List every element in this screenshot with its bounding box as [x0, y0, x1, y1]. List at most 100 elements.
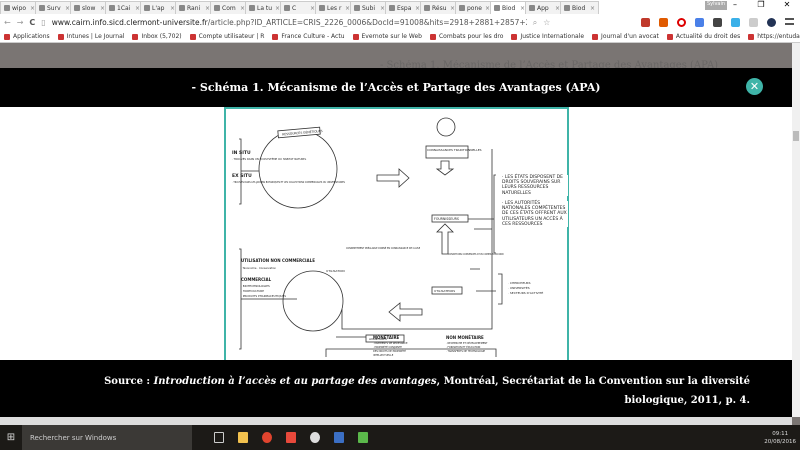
bookmark-item[interactable]: Evernote sur le Web	[352, 33, 422, 40]
ex-situ-desc: · TROUVÉS DANS LES JARDINS BOTANIQUES ET…	[232, 181, 345, 184]
task-view-icon[interactable]	[214, 432, 224, 443]
maximize-button[interactable]: ❐	[748, 0, 774, 9]
extensions	[641, 18, 794, 27]
favicon-icon	[494, 5, 500, 11]
browser-tab[interactable]: C ×	[280, 1, 319, 14]
favicon-icon	[319, 5, 325, 11]
favicon-icon	[214, 5, 220, 11]
vertical-scrollbar[interactable]	[792, 43, 800, 417]
bookmark-icon	[4, 33, 10, 40]
ghost-icon[interactable]	[731, 18, 740, 27]
c-item: · BIOTECHNOLOGIES	[241, 284, 270, 288]
favicon-icon	[354, 5, 360, 11]
browser-tab[interactable]: App ×	[525, 1, 564, 14]
horizontal-scrollbar[interactable]	[0, 417, 792, 425]
bookmark-item[interactable]: Inbox (5,702)	[132, 33, 182, 40]
favicon-icon	[529, 5, 535, 11]
rss-icon[interactable]	[659, 18, 668, 27]
browser-tab[interactable]: 1Cai ×	[105, 1, 144, 14]
opera-icon[interactable]	[677, 18, 686, 27]
scroll-thumb[interactable]	[793, 131, 799, 141]
bookmarks-bar: Applications Intunes | Le Journal Inbox (5…	[0, 31, 800, 43]
browser-tab[interactable]: Biod ×	[490, 1, 529, 14]
file-explorer-icon[interactable]	[238, 432, 248, 443]
non-commerciale: UTILISATION NON COMMERCIALE	[241, 258, 315, 263]
c-item: · HORTICULTURE	[241, 289, 264, 293]
diagram-figure[interactable]: RESSOURCES GÉNÉTIQUES CONNAISSANCES TRAD…	[224, 107, 569, 360]
store-icon[interactable]	[286, 432, 296, 443]
evernote-icon[interactable]	[358, 432, 368, 443]
bookmark-item[interactable]: Intunes | Le Journal	[57, 33, 124, 40]
browser-tab[interactable]: Rani ×	[175, 1, 214, 14]
bookmark-icon	[272, 33, 279, 40]
bookmark-item[interactable]: https://entudamail.fr	[748, 33, 800, 40]
chrome-icon[interactable]	[262, 432, 272, 443]
browser-tab[interactable]: Biod ×	[560, 1, 599, 14]
reload-icon[interactable]: C	[29, 18, 35, 27]
in-situ-desc: · TROUVÉS DANS UN ÉCOSYSTÈME OU HABITAT …	[232, 156, 307, 161]
browser-tab[interactable]: slow ×	[70, 1, 109, 14]
favicon-icon	[459, 5, 465, 11]
favicon-icon	[39, 5, 45, 11]
close-icon[interactable]: ✕	[746, 78, 763, 95]
non-monetaire-heading: NON MONÉTAIRE	[446, 335, 484, 340]
forward-icon[interactable]: →	[17, 18, 24, 27]
bookmark-item[interactable]: Combats pour les dro	[429, 33, 503, 40]
bookmark-item[interactable]: Justice Internationale	[511, 33, 584, 40]
browser-tab[interactable]: La tu ×	[245, 1, 284, 14]
extension-icon[interactable]	[749, 18, 758, 27]
favicon-icon	[249, 5, 255, 11]
browser-tab[interactable]: Les r ×	[315, 1, 354, 14]
non-monetaire-item: · RECHERCHE ET DÉVELOPPEMENT	[446, 342, 488, 345]
close-window-button[interactable]: ✕	[774, 0, 800, 9]
browser-tab[interactable]: Subi ×	[350, 1, 389, 14]
evernote-icon[interactable]	[713, 18, 722, 27]
minimize-button[interactable]: –	[722, 0, 748, 9]
connaissances-label: CONNAISSANCES TRADITIONNELLES	[427, 148, 482, 152]
browser-tab[interactable]: L'ap ×	[140, 1, 179, 14]
browser-tab[interactable]: Espa ×	[385, 1, 424, 14]
browser-tab[interactable]: wipo ×	[0, 1, 39, 14]
bookmark-icon	[666, 33, 673, 40]
windows-start-icon[interactable]: ⊞	[0, 432, 22, 443]
favicon-icon	[424, 5, 430, 11]
back-icon[interactable]: ←	[4, 18, 11, 27]
bookmark-item[interactable]: Compte utilisateur | R	[189, 33, 264, 40]
bookmark-item[interactable]: Journal d'un avocat	[592, 33, 659, 40]
monetaire-item: · PAIEMENTS DE REDEVANCE	[373, 342, 408, 345]
figure-source: Source : Introduction à l’accès et au pa…	[0, 360, 792, 417]
source-title: Introduction à l’accès et au partage des…	[153, 376, 437, 387]
menu-icon[interactable]	[785, 18, 794, 25]
favicon-icon	[74, 5, 80, 11]
close-tab-icon[interactable]: ×	[590, 5, 595, 12]
browser-tab[interactable]: Résu ×	[420, 1, 459, 14]
consentement: CONSENTEMENT PRÉALABLE DONNÉ EN CONNAISS…	[346, 247, 421, 250]
url-input[interactable]: www.cairn.info.sicd.clermont-universite.…	[52, 18, 527, 27]
conditions: CONDITIONS CONVENUES D'UN COMMUN ACCORD	[448, 253, 504, 256]
browser-tab[interactable]: Surv ×	[35, 1, 74, 14]
clock[interactable]: 09:11 20/08/2016	[764, 430, 796, 446]
favicon-icon	[389, 5, 395, 11]
translate-icon[interactable]	[695, 18, 704, 27]
etats-1: · LES ÉTATS DISPOSENT DE DROITS SOUVERAI…	[502, 175, 568, 196]
non-monetaire-item: · FORMATION ET ÉDUCATION	[446, 346, 481, 349]
browser-tab[interactable]: Com ×	[210, 1, 249, 14]
star-icon[interactable]: ☆	[543, 18, 550, 27]
bookmark-icon	[132, 33, 139, 40]
favicon-icon	[564, 5, 570, 11]
extension-icon[interactable]	[641, 18, 650, 27]
monetaire-item: · PROPRIÉTÉ CONJOINTE	[373, 346, 402, 349]
taskbar-search[interactable]: Rechercher sur Windows	[22, 425, 192, 450]
bookmark-item[interactable]: Applications	[4, 33, 50, 40]
nc-items: · Taxonomie · Conservation	[241, 266, 276, 270]
bookmark-item[interactable]: France Culture - Actu	[272, 33, 345, 40]
bookmark-icon	[429, 33, 436, 40]
extension-icon[interactable]	[767, 18, 776, 27]
browser-tab[interactable]: pone ×	[455, 1, 494, 14]
word-icon[interactable]	[334, 432, 344, 443]
bookmark-item[interactable]: Actualité du droit des	[666, 33, 740, 40]
settings-icon[interactable]	[310, 432, 320, 443]
zoom-icon[interactable]: ⌕	[533, 18, 537, 28]
favicon-icon	[109, 5, 115, 11]
user-item: · CHERCHEURS	[508, 281, 531, 285]
